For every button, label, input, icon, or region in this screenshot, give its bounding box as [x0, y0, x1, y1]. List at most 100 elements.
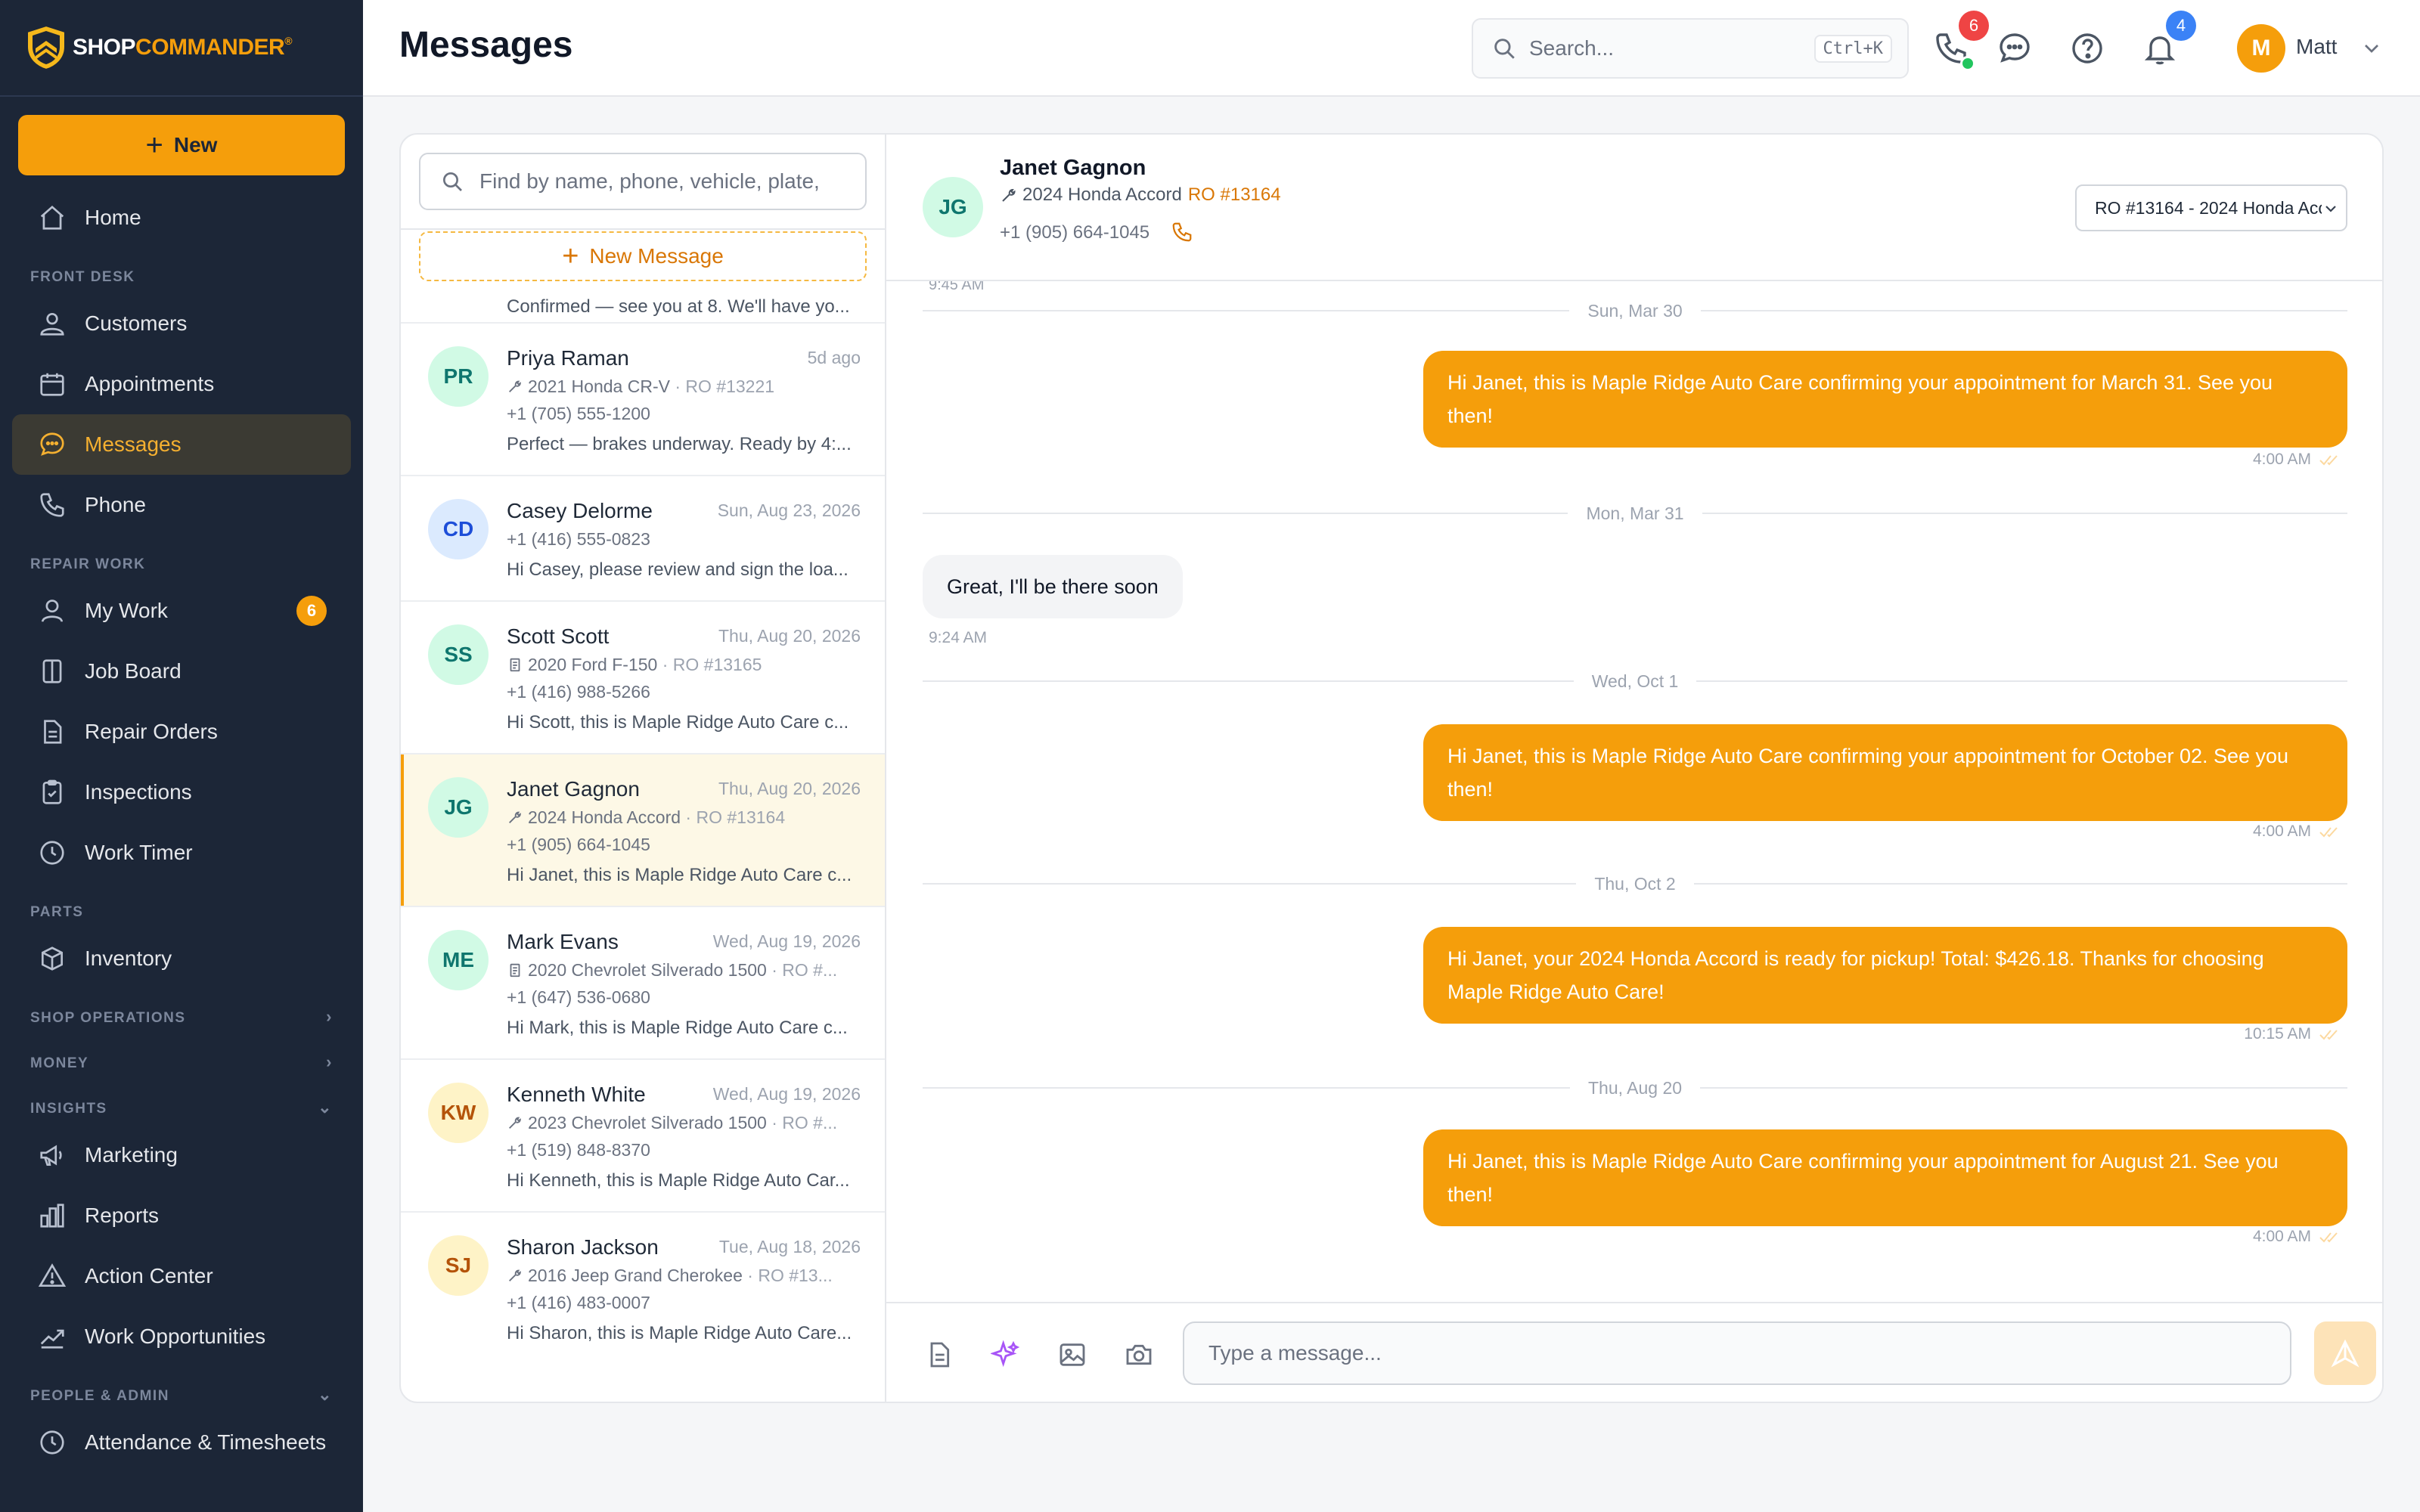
nav-work-timer[interactable]: Work Timer	[0, 823, 363, 883]
conversation-item[interactable]: ME Mark Evans Wed, Aug 19, 2026 2020 Chevro…	[401, 906, 885, 1058]
my-work-badge: 6	[296, 596, 327, 626]
conversation-vehicle: 2023 Chevrolet Silverado 1500 · RO #...	[507, 1113, 862, 1133]
divider	[923, 680, 1574, 682]
chevron-down-icon	[2322, 200, 2340, 218]
brand-logo[interactable]: SHOPCOMMANDER®	[0, 0, 363, 97]
outgoing-message[interactable]: Hi Janet, your 2024 Honda Accord is read…	[1423, 927, 2347, 1024]
nav-repair-orders-label: Repair Orders	[85, 720, 218, 743]
conversation-snippet: Hi Janet, this is Maple Ridge Auto Care …	[507, 865, 852, 885]
contact-avatar: JG	[923, 177, 983, 237]
conversation-item[interactable]: JG Janet Gagnon Thu, Aug 20, 2026 2024 Hond…	[401, 753, 885, 906]
nav-work-opportunities[interactable]: Work Opportunities	[0, 1306, 363, 1367]
divider	[923, 513, 1568, 514]
message-icon	[40, 432, 64, 456]
conversation-item[interactable]: SS Scott Scott Thu, Aug 20, 2026 2020 Ford …	[401, 600, 885, 753]
new-button[interactable]: + New	[18, 115, 345, 175]
wrench-icon	[1002, 188, 1016, 202]
section-insights[interactable]: INSIGHTS ⌄	[0, 1080, 363, 1125]
search-icon	[443, 172, 462, 191]
conversation-item[interactable]: SJ Sharon Jackson Tue, Aug 18, 2026 2016 Je…	[401, 1211, 885, 1364]
nav-job-board[interactable]: Job Board	[0, 641, 363, 702]
conversation-vehicle: 2020 Ford F-150 · RO #13165	[507, 655, 862, 675]
section-money[interactable]: MONEY ›	[0, 1034, 363, 1080]
warning-icon	[38, 1263, 67, 1287]
message-time: 4:00 AM	[2252, 451, 2311, 468]
contact-name[interactable]: Janet Gagnon	[1000, 156, 1146, 181]
conversation-date: Tue, Aug 18, 2026	[718, 1237, 861, 1256]
page-title: Messages	[399, 25, 573, 65]
new-message-button[interactable]: + New Message	[419, 231, 867, 281]
conversation-date: Thu, Aug 20, 2026	[718, 779, 861, 798]
conversation-snippet: Hi Mark, this is Maple Ridge Auto Care c…	[507, 1018, 848, 1038]
message-thread[interactable]: 9:45 AM Sun, Mar 30 Hi Janet, this is Map…	[886, 277, 2382, 1402]
vehicle-name: 2020 Ford F-150	[528, 655, 658, 674]
nav-customers[interactable]: Customers	[0, 293, 363, 354]
nav-appointments[interactable]: Appointments	[0, 354, 363, 414]
nav-inspections[interactable]: Inspections	[0, 762, 363, 823]
ai-sparkle-icon[interactable]	[991, 1340, 1021, 1370]
outgoing-message[interactable]: Hi Janet, this is Maple Ridge Auto Care …	[1423, 724, 2347, 821]
user-name[interactable]: Matt	[2296, 35, 2337, 59]
section-front-desk: FRONT DESK	[30, 269, 135, 285]
template-icon[interactable]	[924, 1340, 954, 1370]
ro-number: RO #13...	[758, 1266, 833, 1285]
section-shop-operations[interactable]: SHOP OPERATIONS ›	[0, 989, 363, 1034]
megaphone-icon	[40, 1145, 62, 1167]
nav-marketing[interactable]: Marketing	[0, 1125, 363, 1185]
conversation-vehicle: 2020 Chevrolet Silverado 1500 · RO #...	[507, 960, 862, 981]
conversation-item[interactable]: CD Casey Delorme Sun, Aug 23, 2026 +1 (416)…	[401, 475, 885, 600]
image-icon[interactable]	[1057, 1340, 1087, 1370]
nav-my-work[interactable]: My Work 6	[0, 581, 363, 641]
outgoing-message[interactable]: Hi Janet, this is Maple Ridge Auto Care …	[1423, 351, 2347, 448]
nav-marketing-label: Marketing	[85, 1143, 178, 1167]
ro-select-value: RO #13164 - 2024 Honda Accord	[2095, 197, 2322, 218]
global-search[interactable]: Search... Ctrl+K	[1472, 18, 1909, 79]
nav-messages[interactable]: Messages	[12, 414, 351, 475]
divider	[1700, 1087, 2348, 1089]
nav-appointments-label: Appointments	[85, 372, 215, 395]
chat-icon[interactable]	[1996, 30, 2033, 67]
user-avatar[interactable]: M	[2237, 24, 2285, 73]
sidebar: SHOPCOMMANDER® + New Home FRONT DESK Cus…	[0, 0, 363, 1512]
chevron-down-icon[interactable]	[2360, 36, 2384, 60]
day-separator: Wed, Oct 1	[923, 670, 2347, 692]
help-icon[interactable]	[2069, 30, 2105, 67]
plus-icon: +	[145, 129, 163, 162]
ro-select[interactable]: RO #13164 - 2024 Honda Accord	[2075, 184, 2347, 231]
nav-reports[interactable]: Reports	[0, 1185, 363, 1246]
nav-action-center[interactable]: Action Center	[0, 1246, 363, 1306]
nav-repair-orders[interactable]: Repair Orders	[0, 702, 363, 762]
message-input[interactable]: Type a message...	[1183, 1321, 2291, 1385]
conversation-snippet: Hi Kenneth, this is Maple Ridge Auto Car…	[507, 1170, 850, 1191]
nav-messages-label: Messages	[85, 432, 182, 456]
nav-inventory[interactable]: Inventory	[0, 928, 363, 989]
conversation-item[interactable]: KW Kenneth White Wed, Aug 19, 2026 2023 Che…	[401, 1058, 885, 1211]
contact-ro-link[interactable]: RO #13164	[1188, 184, 1281, 206]
nav-attendance[interactable]: Attendance & Timesheets	[0, 1412, 363, 1473]
phone-badge: 6	[1959, 11, 1989, 41]
brand-name: SHOPCOMMANDER®	[73, 35, 293, 60]
wrench-icon	[509, 1269, 521, 1281]
previous-conversation-snippet[interactable]: Confirmed — see you at 8. We'll have yo.…	[507, 296, 862, 318]
divider	[923, 883, 1577, 885]
search-icon	[1494, 39, 1515, 59]
conversation-search-input[interactable]: Find by name, phone, vehicle, plate,	[419, 153, 867, 210]
double-check-icon	[2319, 827, 2338, 838]
ro-number: RO #13164	[696, 807, 786, 827]
clipboard-icon	[510, 658, 520, 672]
call-icon[interactable]	[1171, 221, 1193, 243]
section-repair-work: REPAIR WORK	[30, 556, 146, 572]
nav-home[interactable]: Home	[0, 187, 363, 248]
message-composer: Type a message...	[886, 1302, 2382, 1402]
section-people-admin[interactable]: PEOPLE & ADMIN ⌄	[0, 1367, 363, 1412]
camera-icon[interactable]	[1124, 1340, 1154, 1370]
conversation-item[interactable]: PR Priya Raman 5d ago 2021 Honda CR-V · RO …	[401, 322, 885, 475]
nav-reports-label: Reports	[85, 1204, 160, 1227]
outgoing-message[interactable]: Hi Janet, this is Maple Ridge Auto Care …	[1423, 1129, 2347, 1226]
section-parts: PARTS	[30, 904, 84, 920]
incoming-message[interactable]: Great, I'll be there soon	[923, 555, 1183, 618]
nav-phone[interactable]: Phone	[0, 475, 363, 535]
vehicle-name: 2016 Jeep Grand Cherokee	[528, 1266, 743, 1285]
send-button[interactable]	[2314, 1321, 2376, 1385]
clock-icon	[40, 841, 64, 865]
